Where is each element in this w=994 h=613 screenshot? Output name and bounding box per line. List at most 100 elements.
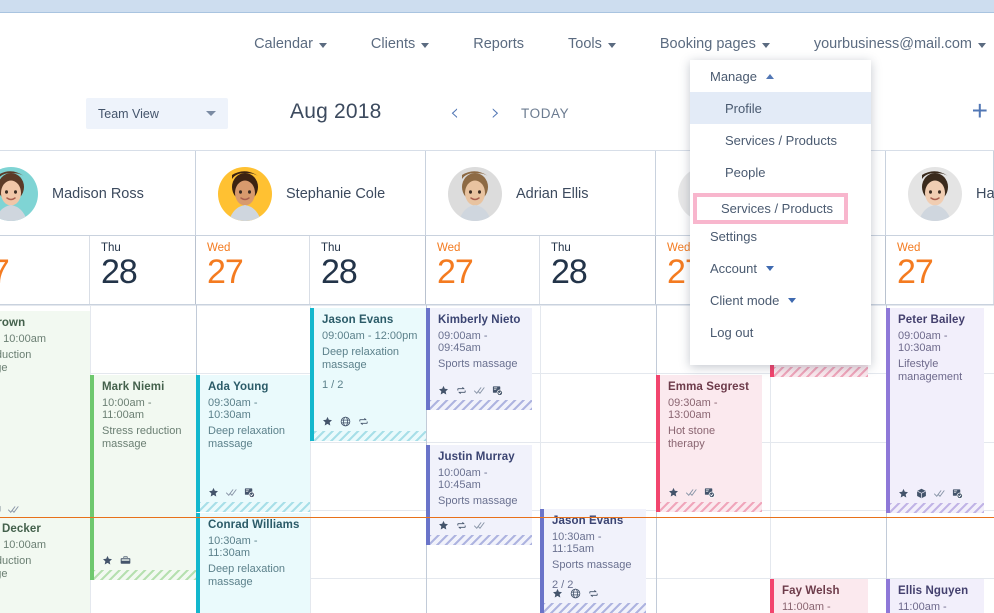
- staff-header-cell[interactable]: Adrian Ellis: [426, 151, 656, 236]
- date-header-cell[interactable]: Thu28: [90, 236, 196, 304]
- nav-item-calendar[interactable]: Calendar: [232, 14, 349, 74]
- nav-item-label: Clients: [370, 36, 416, 52]
- menu-item-people[interactable]: People: [690, 156, 871, 188]
- appointment-card[interactable]: Conrad Williams 10:30am - 11:30am Deep rel…: [196, 513, 310, 613]
- appointment-body: Kimberly Nieto 09:00am - 09:45am Sports ma…: [430, 308, 532, 371]
- menu-item-profile[interactable]: Profile: [690, 92, 871, 124]
- appointment-card[interactable]: Mark Niemi 10:00am - 11:00am Stress reduct…: [90, 375, 196, 580]
- menu-item-label: Account: [710, 260, 757, 276]
- avatar: [0, 166, 38, 221]
- appointment-card[interactable]: Kimberly Nieto 09:00am - 09:45am Sports ma…: [426, 308, 532, 410]
- star-icon: [898, 488, 909, 499]
- appointment-time: 10:30am - 11:15am: [552, 531, 602, 555]
- avatar: [448, 166, 502, 221]
- menu-item-label: Settings: [710, 228, 757, 244]
- nav-item-clients[interactable]: Clients: [349, 14, 451, 74]
- chevron-down-icon: [206, 111, 216, 116]
- chevron-down-icon: [318, 42, 327, 48]
- appointment-card[interactable]: Ada Young 09:30am - 10:30am Deep relaxatio…: [196, 375, 310, 512]
- menu-item-settings[interactable]: Settings: [690, 220, 871, 252]
- appointment-time: 09:00am - 09:45am: [438, 330, 488, 354]
- appointment-body: Emma Segrest 09:30am - 13:00am Hot stone t…: [660, 375, 762, 451]
- nav-item-label: Calendar: [254, 36, 313, 52]
- appointment-card[interactable]: Ellis Nguyen 11:00am - 12:30pm: [886, 579, 984, 613]
- appointment-card[interactable]: Emma Segrest 09:30am - 13:00am Hot stone t…: [656, 375, 762, 512]
- date-header-cell[interactable]: Wed27: [0, 236, 90, 304]
- month-label: Aug 2018: [290, 100, 382, 123]
- menu-item-label: Client mode: [710, 292, 780, 308]
- appointment-icons: [898, 488, 963, 499]
- appointment-icons: [102, 555, 131, 566]
- staff-header-cell[interactable]: Stephanie Cole: [196, 151, 426, 236]
- appointment-capacity: 1 / 2: [322, 379, 344, 391]
- appointment-body: Fay Welsh 11:00am - 12:00pm: [774, 579, 868, 613]
- booking-pages-dropdown-menu[interactable]: Services / Products Manage Profile Service…: [690, 60, 871, 365]
- appointment-card[interactable]: da Brown 0am - 10:00am ss reduction assage: [0, 311, 90, 529]
- appointment-icons: [438, 385, 503, 396]
- staff-header-cell[interactable]: Madison Ross: [0, 151, 196, 236]
- appointment-service: Sports massage: [438, 495, 518, 507]
- appointment-card[interactable]: Justin Murray 10:00am - 10:45am Sports mas…: [426, 445, 532, 545]
- repeat-icon: [456, 385, 467, 396]
- date-header-cell[interactable]: Wed27: [426, 236, 540, 304]
- add-appointment-button[interactable]: +: [972, 97, 988, 125]
- appointment-body: Conrad Williams 10:30am - 11:30am Deep rel…: [200, 513, 310, 589]
- star-icon: [322, 416, 333, 427]
- briefcase-icon: [120, 555, 131, 566]
- menu-item-label: Profile: [725, 100, 762, 116]
- app-root: Calendar Clients Reports Tools Booking pages…: [0, 0, 994, 613]
- menu-item-label: Services / Products: [725, 132, 837, 148]
- appointment-service: Deep relaxation massage: [208, 425, 286, 450]
- appointment-client-name: Ada Young: [208, 381, 269, 393]
- date-header-cell[interactable]: Thu28: [310, 236, 426, 304]
- nav-item-reports[interactable]: Reports: [451, 14, 546, 74]
- current-time-indicator: [0, 517, 994, 518]
- appointment-service: Hot stone therapy: [668, 425, 716, 450]
- staff-header-cell[interactable]: Harry W: [886, 151, 994, 236]
- appointment-body: Ellis Nguyen 11:00am - 12:30pm: [890, 579, 984, 613]
- appointment-card[interactable]: Peter Bailey 09:00am - 10:30am Lifestyle m…: [886, 308, 984, 513]
- star-icon: [552, 588, 563, 599]
- appointment-card[interactable]: Fay Welsh 11:00am - 12:00pm: [770, 579, 868, 613]
- double-check-icon: [474, 520, 485, 531]
- nav-item-tools[interactable]: Tools: [546, 14, 638, 74]
- appointment-hatch-footer: [200, 502, 310, 512]
- appointment-hatch-footer: [890, 503, 984, 513]
- double-check-icon: [934, 488, 945, 499]
- appointment-client-name: Conrad Williams: [208, 519, 300, 531]
- chevron-down-icon: [607, 42, 616, 48]
- appointment-icons: [668, 487, 715, 498]
- appointment-card[interactable]: Jason Evans 09:00am - 12:00pm Deep relaxat…: [310, 308, 426, 441]
- appointment-time: 09:00am - 10:30am: [898, 330, 948, 354]
- appointment-card[interactable]: Jason Evans 10:30am - 11:15am Sports massa…: [540, 509, 646, 613]
- appointment-card[interactable]: chell Decker 0am - 10:00am ss reduction as…: [0, 517, 90, 613]
- date-header-cell[interactable]: Thu28: [540, 236, 656, 304]
- date-header-cell[interactable]: Wed27: [196, 236, 310, 304]
- appointment-time: 0am - 10:00am: [0, 333, 46, 345]
- appointment-time: 0am - 10:00am: [0, 539, 46, 551]
- menu-item-account[interactable]: Account: [690, 252, 871, 284]
- date-weekday: Wed: [0, 242, 89, 254]
- team-view-select[interactable]: Team View: [86, 98, 228, 129]
- menu-item-manage[interactable]: Manage: [690, 60, 871, 92]
- menu-item-services-products[interactable]: Services / Products: [690, 124, 871, 156]
- staff-name: Adrian Ellis: [516, 185, 589, 202]
- appointment-time: 09:00am - 12:00pm: [322, 330, 418, 342]
- appointment-service: ss reduction assage: [0, 555, 32, 580]
- menu-item-log-out[interactable]: Log out: [690, 316, 871, 348]
- date-header-cell[interactable]: Wed27: [886, 236, 994, 304]
- appointment-time: 09:30am - 13:00am: [668, 397, 718, 421]
- appointment-time: 10:30am - 11:30am: [208, 535, 258, 559]
- appointment-hatch-footer: [94, 570, 196, 580]
- next-period-button[interactable]: ›: [491, 100, 500, 126]
- double-check-icon: [8, 504, 19, 515]
- appointment-body: chell Decker 0am - 10:00am ss reduction as…: [0, 517, 90, 581]
- prev-period-button[interactable]: ‹: [450, 100, 459, 126]
- appointment-client-name: Mark Niemi: [102, 381, 165, 393]
- repeat-icon: [588, 588, 599, 599]
- date-day-number: 27: [0, 254, 89, 290]
- menu-item-client-mode[interactable]: Client mode: [690, 284, 871, 316]
- browser-chrome-strip: [0, 0, 994, 13]
- today-button[interactable]: TODAY: [521, 106, 569, 121]
- avatar: [218, 166, 272, 221]
